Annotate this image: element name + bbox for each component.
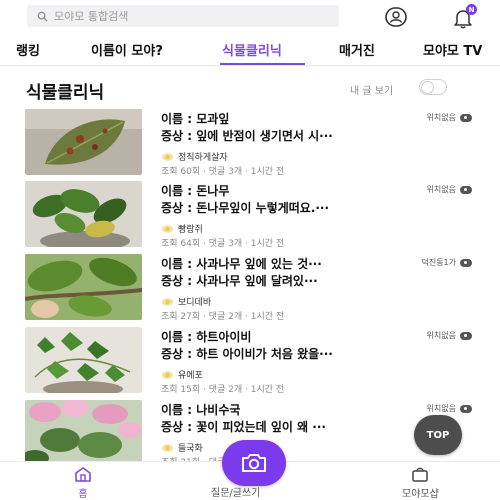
search-input[interactable]: 모야모 통합검색 xyxy=(27,5,339,27)
author-name: 보디데바 xyxy=(178,298,212,308)
post-author: 보디데바 xyxy=(161,295,211,308)
nav-home[interactable]: 홈 xyxy=(73,466,93,500)
post-meta: 조회 60회 · 댓글 3개 · 1시간 전 xyxy=(161,167,285,177)
post-thumbnail xyxy=(25,400,142,466)
post-location: 덕진동1가 xyxy=(421,257,472,268)
profile-button[interactable] xyxy=(384,6,408,28)
notification-badge: N xyxy=(466,4,477,15)
post-location: 위치없음 xyxy=(427,330,472,341)
post-thumbnail xyxy=(25,181,142,247)
search-icon xyxy=(37,11,48,22)
nav-home-label: 홈 xyxy=(78,489,88,500)
notification-button[interactable]: N xyxy=(451,4,477,29)
post-symptom: 증상 : 하트 아이비가 처음 왔을··· xyxy=(161,347,333,361)
post-title: 이름 : 모과잎 xyxy=(161,112,230,126)
profile-icon xyxy=(385,7,407,27)
post-meta: 조회 64회 · 댓글 3개 · 1시간 전 xyxy=(161,239,285,249)
top-bar: 모야모 통합검색 N xyxy=(0,0,500,34)
location-label: 덕진동1가 xyxy=(421,258,456,267)
author-name: 빵랑쥐 xyxy=(178,225,203,235)
author-name: 유에포 xyxy=(178,371,203,381)
post-author: 빵랑쥐 xyxy=(161,222,203,235)
post-thumbnail xyxy=(25,109,142,175)
nav-ask-label[interactable]: 질문/글쓰기 xyxy=(211,484,260,499)
nav-shop-label: 모야모샵 xyxy=(402,489,439,500)
list-item[interactable]: 이름 : 돈나무 증상 : 돈나무잎이 누렇게떠요.··· 위치없음 빵랑쥐 조… xyxy=(0,181,500,251)
location-pin-icon xyxy=(460,258,472,267)
post-meta: 조회 15회 · 댓글 2개 · 1시간 전 xyxy=(161,385,285,395)
grade-icon xyxy=(161,297,174,306)
post-symptom: 증상 : 꽃이 피었는데 잎이 왜 ··· xyxy=(161,420,326,434)
grade-icon xyxy=(161,152,174,161)
nav-shop[interactable]: 모야모샵 xyxy=(402,466,439,500)
author-name: 들국화 xyxy=(178,444,203,454)
tab-magazine[interactable]: 매거진 xyxy=(339,40,375,59)
tab-what-name[interactable]: 이름이 모야? xyxy=(91,40,163,59)
my-posts-label: 내 글 보기 xyxy=(350,86,394,97)
location-label: 위치없음 xyxy=(426,185,456,194)
post-title: 이름 : 나비수국 xyxy=(161,403,241,417)
category-tabs: 랭킹 이름이 모야? 식물클리닉 매거진 모야모 TV xyxy=(0,34,500,66)
page-title: 식물클리닉 xyxy=(26,83,105,103)
grade-icon xyxy=(161,443,174,452)
search-placeholder: 모야모 통합검색 xyxy=(54,10,129,23)
post-author: 유에포 xyxy=(161,368,203,381)
grade-icon xyxy=(161,224,174,233)
camera-icon xyxy=(242,454,266,472)
post-author: 정직하게살자 xyxy=(161,150,228,163)
post-location: 위치없음 xyxy=(427,403,472,414)
location-pin-icon xyxy=(460,331,472,340)
post-location: 위치없음 xyxy=(427,112,472,123)
grade-icon xyxy=(161,370,174,379)
location-pin-icon xyxy=(460,113,472,122)
post-author: 들국화 xyxy=(161,441,203,454)
post-meta: 조회 27회 · 댓글 2개 · 1시간 전 xyxy=(161,312,285,322)
post-thumbnail xyxy=(25,327,142,393)
location-label: 위치없음 xyxy=(426,404,456,413)
post-symptom: 증상 : 돈나무잎이 누렇게떠요.··· xyxy=(161,201,330,215)
tab-plant-clinic[interactable]: 식물클리닉 xyxy=(222,40,282,59)
location-pin-icon xyxy=(460,185,472,194)
my-posts-toggle[interactable] xyxy=(419,79,447,95)
active-tab-indicator xyxy=(220,63,305,65)
post-title: 이름 : 사과나무 잎에 있는 것··· xyxy=(161,257,322,271)
location-pin-icon xyxy=(460,404,472,413)
camera-button[interactable] xyxy=(222,440,286,486)
tab-moyamo-tv[interactable]: 모야모 TV xyxy=(423,40,482,59)
home-icon xyxy=(75,467,91,482)
shopping-bag-icon xyxy=(412,467,429,482)
post-title: 이름 : 하트아이비 xyxy=(161,330,252,344)
post-thumbnail xyxy=(25,254,142,320)
post-location: 위치없음 xyxy=(427,184,472,195)
list-item[interactable]: 이름 : 사과나무 잎에 있는 것··· 증상 : 사과나무 잎에 달려있···… xyxy=(0,254,500,324)
post-symptom: 증상 : 잎에 반점이 생기면서 시··· xyxy=(161,129,333,143)
list-item[interactable]: 이름 : 하트아이비 증상 : 하트 아이비가 처음 왔을··· 위치없음 유에… xyxy=(0,327,500,397)
list-item[interactable]: 이름 : 모과잎 증상 : 잎에 반점이 생기면서 시··· 위치없음 정직하게… xyxy=(0,109,500,179)
location-label: 위치없음 xyxy=(426,113,456,122)
location-label: 위치없음 xyxy=(426,331,456,340)
post-symptom: 증상 : 사과나무 잎에 달려있··· xyxy=(161,274,318,288)
post-title: 이름 : 돈나무 xyxy=(161,184,230,198)
scroll-top-button[interactable]: TOP xyxy=(414,415,462,455)
author-name: 정직하게살자 xyxy=(178,153,228,163)
tab-ranking[interactable]: 랭킹 xyxy=(16,40,40,59)
